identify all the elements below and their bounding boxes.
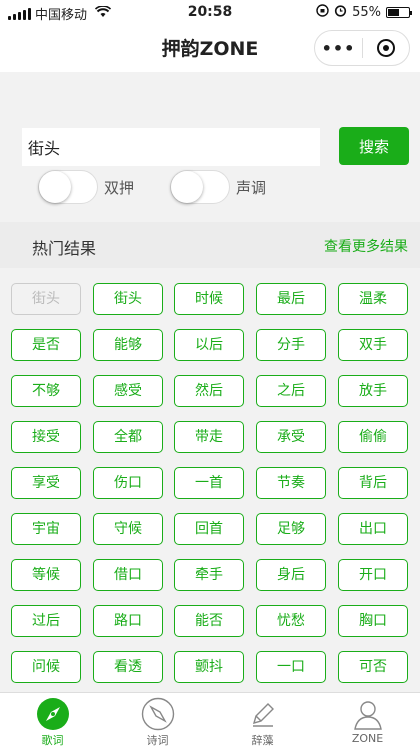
rhyme-chip[interactable]: 偷偷 bbox=[338, 421, 408, 453]
close-icon bbox=[376, 39, 395, 57]
rhyme-chip[interactable]: 一首 bbox=[174, 467, 244, 499]
rhyme-chip[interactable]: 过后 bbox=[11, 605, 81, 637]
rhyme-chip[interactable]: 之后 bbox=[256, 375, 326, 407]
switch-knob bbox=[171, 171, 203, 203]
more-button[interactable]: ••• bbox=[315, 39, 362, 58]
rhyme-chip[interactable]: 温柔 bbox=[338, 283, 408, 315]
rhyme-chip[interactable]: 分手 bbox=[256, 329, 326, 361]
close-button[interactable] bbox=[363, 39, 409, 57]
rhyme-chip[interactable]: 带走 bbox=[174, 421, 244, 453]
rhyme-chip[interactable]: 胸口 bbox=[338, 605, 408, 637]
double-rhyme-label: 双押 bbox=[104, 178, 135, 197]
rhyme-chip[interactable]: 问候 bbox=[11, 651, 81, 683]
tab-label: 歌词 bbox=[41, 734, 64, 747]
tab-label: 诗词 bbox=[146, 734, 169, 747]
rhyme-chip[interactable]: 借口 bbox=[93, 559, 163, 591]
tab-bar: 歌词 诗词 辞藻 ZONE bbox=[0, 692, 420, 747]
rhyme-chip[interactable]: 可否 bbox=[338, 651, 408, 683]
rhyme-chip[interactable]: 等候 bbox=[11, 559, 81, 591]
rhyme-chip[interactable]: 感受 bbox=[93, 375, 163, 407]
compass-filled-icon bbox=[36, 698, 69, 730]
rhyme-chip[interactable]: 承受 bbox=[256, 421, 326, 453]
status-right: 55% bbox=[316, 4, 412, 21]
rhyme-chip[interactable]: 一口 bbox=[256, 651, 326, 683]
rhyme-chip[interactable]: 出口 bbox=[338, 513, 408, 545]
rhyme-chip[interactable]: 享受 bbox=[11, 467, 81, 499]
rhyme-chip[interactable]: 宇宙 bbox=[11, 513, 81, 545]
rhyme-chip[interactable]: 伤口 bbox=[93, 467, 163, 499]
see-more-link[interactable]: 查看更多结果 bbox=[324, 236, 408, 256]
tone-switch[interactable] bbox=[170, 170, 230, 204]
rhyme-chip[interactable]: 忧愁 bbox=[256, 605, 326, 637]
alarm-icon bbox=[334, 4, 347, 21]
rhyme-chip[interactable]: 放手 bbox=[338, 375, 408, 407]
mini-program-capsule: ••• bbox=[314, 30, 410, 66]
pen-icon bbox=[252, 703, 274, 727]
toggle-double-rhyme[interactable]: 双押 bbox=[38, 170, 134, 204]
battery-label: 55% bbox=[352, 5, 381, 20]
rhyme-chip[interactable]: 全都 bbox=[93, 421, 163, 453]
search-button[interactable]: 搜索 bbox=[339, 127, 409, 165]
battery-icon bbox=[386, 7, 412, 18]
rhyme-chip[interactable]: 足够 bbox=[256, 513, 326, 545]
tone-label: 声调 bbox=[236, 178, 267, 197]
tab-phrases[interactable]: 辞藻 bbox=[210, 697, 315, 747]
rhyme-chip[interactable]: 开口 bbox=[338, 559, 408, 591]
hot-results-title: 热门结果 bbox=[32, 239, 97, 258]
rhyme-chip[interactable]: 背后 bbox=[338, 467, 408, 499]
switch-knob bbox=[39, 171, 71, 203]
rhyme-chip[interactable]: 时候 bbox=[174, 283, 244, 315]
rhyme-chip[interactable]: 然后 bbox=[174, 375, 244, 407]
double-rhyme-switch[interactable] bbox=[38, 170, 98, 204]
rhyme-chip[interactable]: 不够 bbox=[11, 375, 81, 407]
rhyme-chip[interactable]: 街头 bbox=[93, 283, 163, 315]
rhyme-chip[interactable]: 颤抖 bbox=[174, 651, 244, 683]
user-icon bbox=[353, 701, 382, 730]
search-input[interactable] bbox=[22, 128, 320, 166]
rhyme-chip[interactable]: 路口 bbox=[93, 605, 163, 637]
result-grid: 街头 街头 时候 最后 温柔 是否 能够 以后 分手 双手 不够 感受 然后 之后 放手 接受 全都 带走 承受 偷偷… bbox=[0, 268, 420, 692]
rhyme-chip[interactable]: 看透 bbox=[93, 651, 163, 683]
rhyme-chip[interactable]: 牵手 bbox=[174, 559, 244, 591]
tab-poetry[interactable]: 诗词 bbox=[105, 697, 210, 747]
rhyme-chip[interactable]: 节奏 bbox=[256, 467, 326, 499]
rhyme-chip[interactable]: 双手 bbox=[338, 329, 408, 361]
tab-label: 辞藻 bbox=[251, 734, 274, 747]
rhyme-chip[interactable]: 能够 bbox=[93, 329, 163, 361]
tab-zone[interactable]: ZONE bbox=[315, 697, 420, 745]
rhyme-chip[interactable]: 身后 bbox=[256, 559, 326, 591]
rhyme-chip[interactable]: 最后 bbox=[256, 283, 326, 315]
rhyme-chip[interactable]: 守候 bbox=[93, 513, 163, 545]
compass-outline-icon bbox=[141, 697, 174, 731]
tab-label: ZONE bbox=[351, 732, 384, 745]
status-bar: 中国移动 20:58 55% bbox=[0, 0, 420, 24]
rhyme-chip[interactable]: 以后 bbox=[174, 329, 244, 361]
orientation-lock-icon bbox=[316, 4, 329, 21]
rhyme-chip[interactable]: 是否 bbox=[11, 329, 81, 361]
rhyme-chip-current: 街头 bbox=[11, 283, 81, 315]
rhyme-chip[interactable]: 能否 bbox=[174, 605, 244, 637]
nav-bar: 押韵ZONE ••• bbox=[0, 24, 420, 72]
rhyme-chip[interactable]: 回首 bbox=[174, 513, 244, 545]
rhyme-chip[interactable]: 接受 bbox=[11, 421, 81, 453]
toggle-tone[interactable]: 声调 bbox=[170, 170, 266, 204]
hot-results-header: 热门结果 查看更多结果 bbox=[0, 222, 420, 268]
tab-lyrics[interactable]: 歌词 bbox=[0, 697, 105, 747]
